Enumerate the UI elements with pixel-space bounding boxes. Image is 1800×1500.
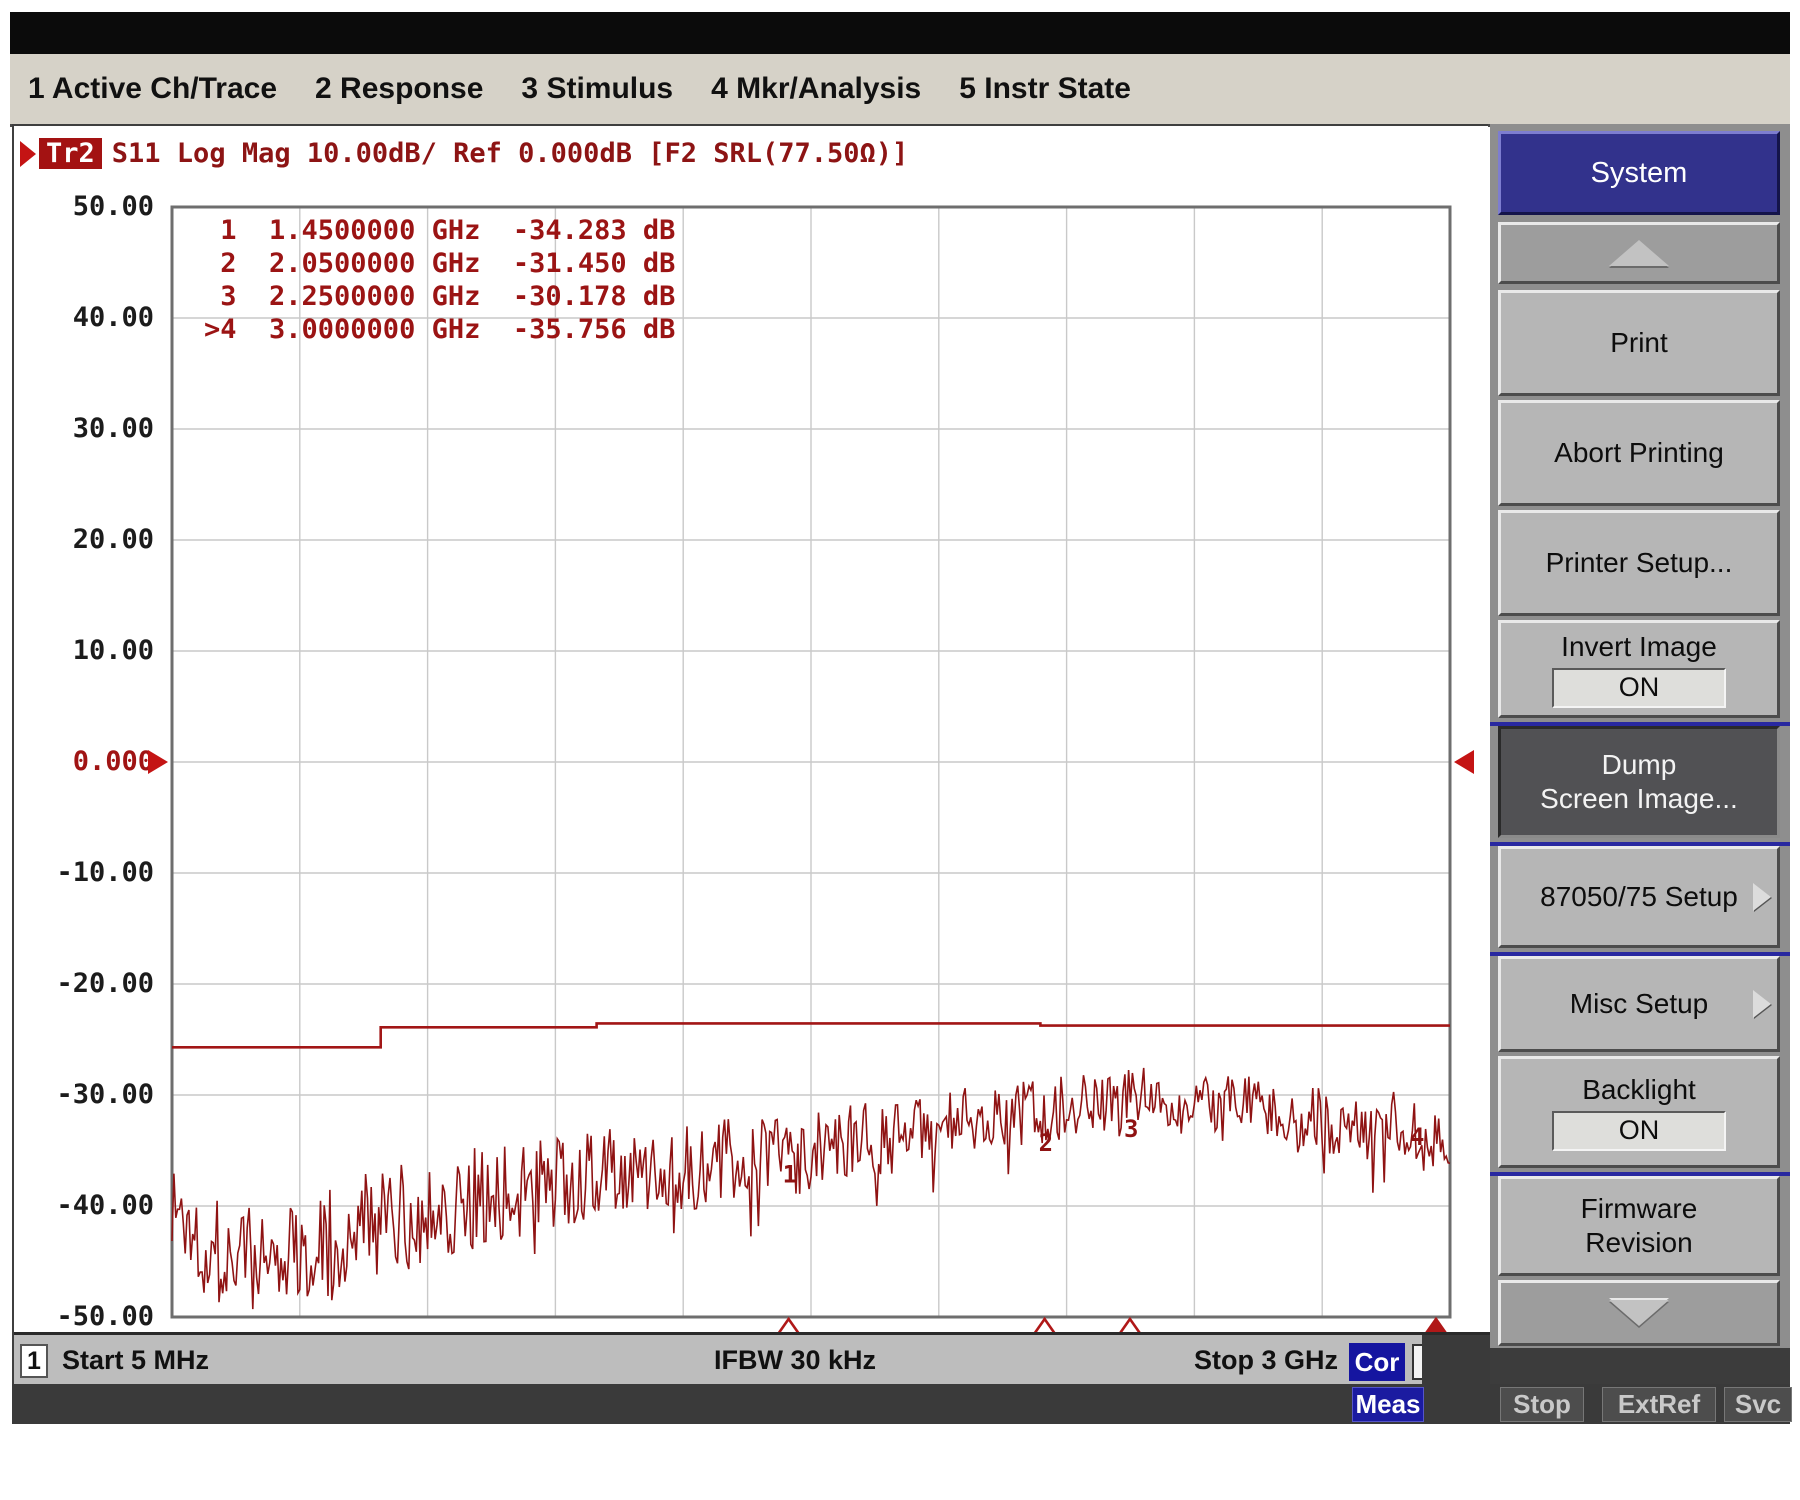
status-bar-filler xyxy=(1422,1332,1490,1386)
marker-1-trace-label: 1 xyxy=(783,1161,797,1189)
menubar-item-4[interactable]: 4 Mkr/Analysis xyxy=(707,70,925,108)
marker-2-trace-label: 2 xyxy=(1039,1129,1053,1157)
ref-level-marker-right-icon xyxy=(1454,750,1474,774)
softkey-invert-image-state[interactable]: ON xyxy=(1552,668,1726,708)
softkey-print-label: Print xyxy=(1610,326,1668,360)
marker-table-row-2: 2 2.0500000 GHz -31.450 dB xyxy=(204,247,675,280)
softkey-scroll-down-button[interactable] xyxy=(1498,1280,1780,1346)
menubar-item-2[interactable]: 2 Response xyxy=(311,70,487,108)
vna-screenshot: 1 Active Ch/Trace 2 Response 3 Stimulus 4 M… xyxy=(0,0,1800,1500)
submenu-arrow-icon xyxy=(1753,883,1771,911)
y-tick-label: -20.00 xyxy=(32,967,154,1001)
softkey-backlight-state[interactable]: ON xyxy=(1552,1111,1726,1151)
y-tick-label: 0.000 xyxy=(32,745,154,779)
lcd-screen: Tr2 S11 Log Mag 10.00dB/ Ref 0.000dB [F2… xyxy=(12,124,1488,1384)
softkey-printer-setup-label: Printer Setup... xyxy=(1546,546,1733,580)
softkey-dump-screen-image[interactable]: DumpScreen Image... xyxy=(1498,726,1780,838)
menu-bar: 1 Active Ch/Trace 2 Response 3 Stimulus 4 M… xyxy=(10,54,1790,127)
status-bar: 1 Start 5 MHz IFBW 30 kHz Stop 3 GHz Cor… xyxy=(14,1332,1422,1386)
instrument-badge-extref: ExtRef xyxy=(1602,1387,1716,1422)
y-tick-label: 40.00 xyxy=(32,301,154,335)
softkey-scroll-up-button[interactable] xyxy=(1498,222,1780,284)
y-tick-label: -50.00 xyxy=(32,1300,154,1334)
stop-frequency-label: Stop 3 GHz xyxy=(1194,1345,1338,1376)
softkey-dump-screen-image-label: Screen Image... xyxy=(1540,782,1738,816)
menubar-item-3[interactable]: 3 Stimulus xyxy=(517,70,677,108)
softkey-printer-setup[interactable]: Printer Setup... xyxy=(1498,510,1780,616)
ref-level-marker-left-icon xyxy=(148,750,168,774)
y-tick-label: 50.00 xyxy=(32,190,154,224)
menubar-item-5[interactable]: 5 Instr State xyxy=(955,70,1135,108)
scroll-up-icon xyxy=(1609,240,1669,266)
y-tick-label: 10.00 xyxy=(32,634,154,668)
marker-table-row-3: 3 2.2500000 GHz -30.178 dB xyxy=(204,280,675,313)
marker-3-trace-label: 3 xyxy=(1124,1115,1138,1143)
trace-title: S11 Log Mag 10.00dB/ Ref 0.000dB [F2 SRL… xyxy=(112,138,909,169)
plot-area: 1 2 3 4 xyxy=(172,207,1450,1317)
start-frequency-label: Start 5 MHz xyxy=(62,1345,209,1376)
softkey-print[interactable]: Print xyxy=(1498,290,1780,396)
y-tick-label: -40.00 xyxy=(32,1189,154,1223)
softkey-misc-setup[interactable]: Misc Setup xyxy=(1498,956,1780,1052)
instrument-status-bar: Meas Stop ExtRefSvc xyxy=(12,1384,1790,1424)
trace-badge: Tr2 xyxy=(39,138,102,169)
top-title-bar xyxy=(10,12,1790,54)
softkey-misc-setup-label: Misc Setup xyxy=(1570,987,1709,1021)
trace-status-line: Tr2 S11 Log Mag 10.00dB/ Ref 0.000dB [F2… xyxy=(20,138,908,169)
instrument-badge-svc: Svc xyxy=(1724,1387,1792,1422)
softkey-invert-image[interactable]: Invert Image ON xyxy=(1498,620,1780,718)
softkey-87050-75-setup-label: 87050/75 Setup xyxy=(1540,880,1738,914)
y-tick-label: 30.00 xyxy=(32,412,154,446)
softkey-system-title[interactable]: System xyxy=(1498,131,1780,215)
softkey-firmware-revision-label: Firmware xyxy=(1581,1192,1698,1226)
softkey-invert-image-label: Invert Image xyxy=(1561,630,1717,664)
instrument-badge-stop: Stop xyxy=(1500,1387,1584,1422)
instrument-badge-meas: Meas xyxy=(1352,1387,1424,1422)
softkey-87050-75-setup[interactable]: 87050/75 Setup xyxy=(1498,846,1780,948)
marker-4-trace-label: 4 xyxy=(1410,1123,1424,1151)
scroll-down-icon xyxy=(1609,1300,1669,1326)
softkey-abort-printing[interactable]: Abort Printing xyxy=(1498,400,1780,506)
marker-table-row-4: >4 3.0000000 GHz -35.756 dB xyxy=(204,313,675,346)
menubar-item-1[interactable]: 1 Active Ch/Trace xyxy=(24,70,281,108)
softkey-backlight-label: Backlight xyxy=(1582,1073,1696,1107)
softkey-firmware-revision[interactable]: FirmwareRevision xyxy=(1498,1176,1780,1276)
softkey-dump-screen-image-label: Dump xyxy=(1602,748,1677,782)
y-tick-label: 20.00 xyxy=(32,523,154,557)
marker-table-row-1: 1 1.4500000 GHz -34.283 dB xyxy=(204,214,675,247)
softkey-abort-printing-label: Abort Printing xyxy=(1554,436,1724,470)
y-tick-label: -30.00 xyxy=(32,1078,154,1112)
y-tick-label: -10.00 xyxy=(32,856,154,890)
softkey-panel: System Print Abort Printing Printer Setup..… xyxy=(1490,124,1790,1348)
softkey-panel-footer xyxy=(1490,1348,1790,1384)
s11-chart: 1 2 3 4 xyxy=(172,207,1450,1317)
active-trace-arrow-icon xyxy=(20,141,36,167)
ifbw-label: IFBW 30 kHz xyxy=(714,1345,876,1376)
softkey-firmware-revision-label: Revision xyxy=(1585,1226,1692,1260)
channel-indicator: 1 xyxy=(20,1344,48,1378)
marker-table: 1 1.4500000 GHz -34.283 dB 2 2.0500000 G… xyxy=(204,214,675,346)
submenu-arrow-icon xyxy=(1753,990,1771,1018)
correction-badge: Cor xyxy=(1349,1343,1405,1381)
softkey-backlight[interactable]: Backlight ON xyxy=(1498,1056,1780,1168)
